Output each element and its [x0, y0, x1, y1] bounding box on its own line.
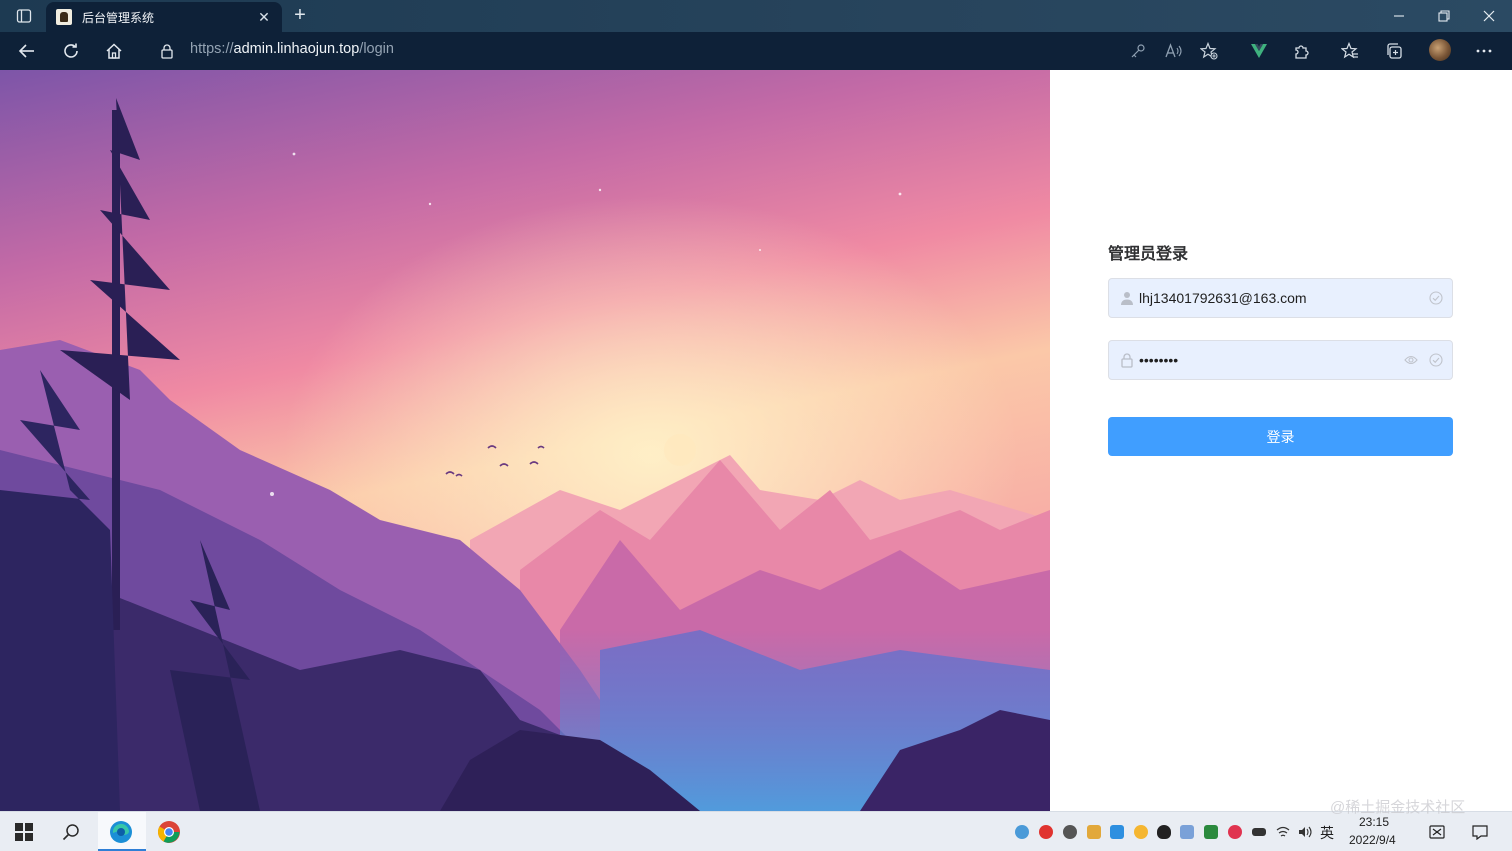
taskbar-search-icon[interactable]	[59, 820, 83, 844]
home-button[interactable]	[99, 37, 129, 65]
password-value: ••••••••	[1139, 352, 1179, 368]
extensions-puzzle-icon[interactable]	[1291, 40, 1313, 62]
tray-shield-icon[interactable]	[1204, 825, 1218, 839]
tray-music-icon[interactable]	[1228, 825, 1242, 839]
lock-icon	[1119, 352, 1135, 368]
clock-time[interactable]: 23:15	[1359, 815, 1389, 829]
notification-center-icon[interactable]	[1472, 824, 1488, 841]
windows-taskbar: 英 23:15 2022/9/4	[0, 811, 1512, 851]
read-aloud-icon[interactable]	[1163, 40, 1185, 62]
browser-toolbar: https://admin.linhaojun.top/login	[0, 32, 1512, 91]
favorites-icon[interactable]	[1339, 40, 1361, 62]
login-panel: 管理员登录 lhj13401792631@163.com •••••••• 登录	[1050, 70, 1512, 811]
clock-date[interactable]: 2022/9/4	[1349, 833, 1396, 847]
volume-icon[interactable]	[1298, 825, 1312, 839]
close-window-button[interactable]	[1466, 0, 1512, 32]
tray-qq-icon[interactable]	[1157, 825, 1171, 839]
arrow-left-icon	[18, 44, 34, 58]
tray-folder-icon[interactable]	[1087, 825, 1101, 839]
site-info-lock-icon[interactable]	[152, 37, 182, 65]
email-input[interactable]: lhj13401792631@163.com	[1108, 278, 1453, 318]
tray-antivirus-icon[interactable]	[1039, 825, 1053, 839]
tray-app-icon[interactable]	[1134, 825, 1148, 839]
user-icon	[1119, 290, 1135, 306]
minimize-button[interactable]	[1376, 0, 1422, 32]
windows-start-icon[interactable]	[12, 820, 36, 844]
more-menu-icon[interactable]	[1473, 40, 1495, 62]
tab-favicon	[56, 9, 72, 25]
tray-badge-icon[interactable]	[1429, 825, 1445, 839]
hero-landscape-image	[0, 70, 1050, 811]
tab-actions-icon[interactable]	[6, 4, 42, 28]
home-icon	[106, 43, 122, 59]
battery-icon[interactable]	[1252, 828, 1266, 836]
refresh-icon	[64, 43, 78, 58]
tab-title: 后台管理系统	[82, 10, 155, 25]
input-language-indicator[interactable]: 英	[1320, 823, 1334, 843]
check-circle-icon	[1429, 291, 1443, 305]
login-submit-button[interactable]: 登录	[1108, 417, 1453, 456]
edge-browser-icon[interactable]	[109, 820, 133, 844]
chrome-browser-icon[interactable]	[157, 820, 181, 844]
add-favorite-icon[interactable]	[1198, 40, 1220, 62]
password-input[interactable]: ••••••••	[1108, 340, 1453, 380]
email-value: lhj13401792631@163.com	[1139, 290, 1307, 306]
url-path: /login	[359, 41, 394, 57]
wifi-icon[interactable]	[1276, 825, 1290, 839]
password-key-icon[interactable]	[1127, 40, 1149, 62]
browser-titlebar: 后台管理系统 ✕ +	[0, 0, 1512, 32]
vue-devtools-extension-icon[interactable]	[1248, 40, 1270, 62]
url-scheme: https://	[190, 41, 234, 57]
profile-avatar[interactable]	[1429, 39, 1451, 61]
tray-cloud-icon[interactable]	[1110, 825, 1124, 839]
new-tab-button[interactable]: +	[288, 4, 312, 28]
collections-icon[interactable]	[1383, 40, 1405, 62]
login-title: 管理员登录	[1108, 246, 1189, 263]
watermark-text: @稀土掘金技术社区	[1330, 799, 1466, 816]
close-tab-icon[interactable]: ✕	[256, 9, 272, 26]
refresh-button[interactable]	[56, 37, 86, 65]
back-button[interactable]	[12, 37, 42, 65]
restore-button[interactable]	[1421, 0, 1467, 32]
tab-active[interactable]: 后台管理系统 ✕	[46, 2, 282, 32]
tray-network-app-icon[interactable]	[1015, 825, 1029, 839]
url-host: admin.linhaojun.top	[233, 41, 360, 57]
tray-settings-icon[interactable]	[1063, 825, 1077, 839]
tray-nvidia-icon[interactable]	[1180, 825, 1194, 839]
address-bar[interactable]: https://admin.linhaojun.top/login	[190, 41, 394, 57]
eye-icon[interactable]	[1404, 353, 1418, 367]
check-circle-icon	[1429, 353, 1443, 367]
